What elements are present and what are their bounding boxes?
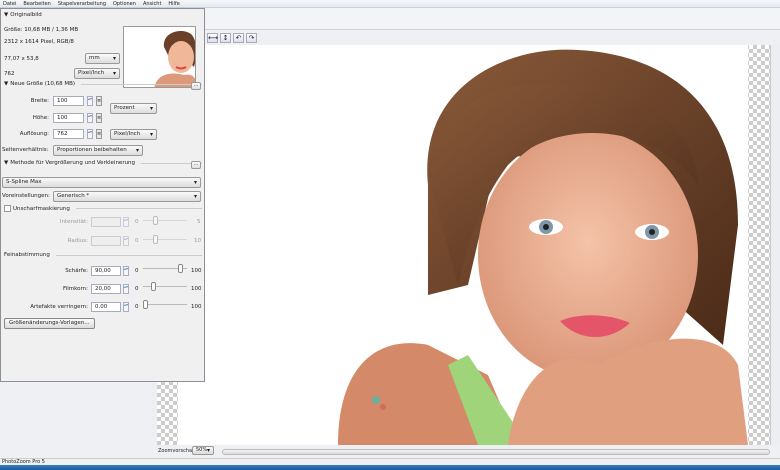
height-spinner[interactable]: ▴▾ — [87, 113, 93, 123]
sharpness-spinner[interactable]: ▴▾ — [123, 266, 129, 276]
section-fine-title: Feinabstimmung — [4, 252, 50, 258]
section-fine: Feinabstimmung — [4, 252, 202, 258]
intensity-input[interactable] — [91, 217, 121, 227]
radius-spinner[interactable]: ▴▾ — [123, 236, 129, 246]
width-spinner[interactable]: ▴▾ — [87, 96, 93, 106]
zoom-select[interactable]: 50% — [192, 446, 214, 455]
menu-bearbeiten[interactable]: Bearbeiten — [23, 1, 50, 7]
artifact-slider[interactable] — [143, 300, 187, 310]
sharpness-label: Schärfe: — [65, 268, 88, 274]
original-thumbnail — [123, 26, 196, 88]
slider-thumb[interactable] — [150, 282, 156, 291]
grain-input[interactable]: 20,00 — [91, 284, 121, 294]
artifact-spinner[interactable]: ▴▾ — [123, 302, 129, 312]
radius-slider[interactable] — [143, 235, 187, 245]
collapse-icon: ▼ — [4, 12, 9, 18]
grain-label: Filmkorn: — [62, 286, 88, 292]
section-original-title: Originalbild — [10, 12, 42, 18]
slider-thumb[interactable] — [143, 300, 148, 309]
sharpness-min: 0 — [135, 268, 139, 274]
width-label: Breite: — [30, 98, 49, 104]
res-unit-select[interactable]: Pixel/Inch — [110, 129, 157, 140]
grain-max: 100 — [191, 286, 202, 292]
height-label: Höhe: — [32, 115, 49, 121]
status-bar: PhotoZoom Pro 5 — [0, 458, 780, 465]
section-method-title: Methode für Vergrößerung und Verkleineru… — [10, 160, 136, 166]
radius-min: 0 — [135, 238, 139, 244]
original-res-unit-select[interactable]: Pixel/Inch — [74, 68, 120, 79]
section-method[interactable]: ▼ Methode für Vergrößerung und Verkleiner… — [4, 160, 202, 166]
grain-spinner[interactable]: ▴▾ — [123, 284, 129, 294]
fit-height-icon[interactable]: ↕ — [220, 33, 231, 43]
slider-thumb[interactable] — [178, 264, 184, 273]
grain-min: 0 — [135, 286, 139, 292]
preview-image — [178, 45, 748, 445]
menu-ansicht[interactable]: Ansicht — [143, 1, 161, 7]
resize-presets-button[interactable]: Größenänderungs-Vorlagen... — [4, 318, 95, 329]
intensity-slider[interactable] — [143, 216, 187, 226]
intensity-max: 5 — [197, 219, 201, 225]
taskbar — [0, 465, 780, 470]
menu-hilfe[interactable]: Hilfe — [168, 1, 179, 7]
size-unit-select[interactable]: Prozent — [110, 103, 157, 114]
menu-bar: Datei Bearbeiten Stapelverarbeitung Opti… — [0, 0, 780, 8]
intensity-spinner[interactable]: ▴▾ — [123, 217, 129, 227]
algorithm-select[interactable]: S-Spline Max — [2, 177, 201, 188]
menu-optionen[interactable]: Optionen — [113, 1, 136, 7]
artifact-min: 0 — [135, 304, 139, 310]
original-pixels: 2312 x 1614 Pixel, RGB/8 — [4, 39, 74, 45]
slider-thumb[interactable] — [152, 235, 158, 244]
radius-input[interactable] — [91, 236, 121, 246]
height-input[interactable]: 100 — [53, 113, 84, 123]
ratio-label: Seitenverhältnis: — [2, 147, 49, 153]
new-size-options-button[interactable]: ... — [191, 82, 201, 90]
section-new-size[interactable]: ▼ Neue Größe (10,68 MB) — [4, 81, 202, 87]
unsharp-row: Unscharfmaskierung — [4, 205, 202, 212]
rotate-right-icon[interactable]: ↷ — [246, 33, 257, 43]
link-icon[interactable]: ≡ — [96, 113, 102, 123]
original-size: Größe: 10,68 MB / 1,36 MB — [4, 27, 79, 33]
preset-select[interactable]: Generisch * — [53, 191, 201, 202]
artifact-label: Artefakte verringern: — [30, 304, 88, 310]
artifact-input[interactable]: 0,00 — [91, 302, 121, 312]
method-options-button[interactable]: ... — [191, 161, 201, 169]
horizontal-scrollbar[interactable] — [222, 449, 770, 455]
link-icon[interactable]: ≡ — [96, 129, 102, 139]
original-dimensions: 77,07 x 53,8 — [4, 56, 39, 62]
intensity-label: Intensität: — [59, 219, 88, 225]
unsharp-checkbox[interactable] — [4, 205, 11, 212]
collapse-icon: ▼ — [4, 81, 9, 87]
width-input[interactable]: 100 — [53, 96, 84, 106]
artifact-max: 100 — [191, 304, 202, 310]
unsharp-label: Unscharfmaskierung — [13, 205, 70, 212]
view-toolbar: ⟷ ↕ ↶ ↷ — [207, 33, 257, 43]
original-unit-select[interactable]: mm — [85, 53, 120, 64]
slider-thumb[interactable] — [152, 216, 158, 225]
menu-datei[interactable]: Datei — [3, 1, 16, 7]
settings-panel: ▼ Originalbild Größe: 10,68 MB / 1,36 MB … — [0, 8, 205, 382]
sharpness-max: 100 — [191, 268, 202, 274]
menu-stapelverarbeitung[interactable]: Stapelverarbeitung — [58, 1, 106, 7]
ratio-select[interactable]: Proportionen beibehalten — [53, 145, 143, 156]
rotate-left-icon[interactable]: ↶ — [233, 33, 244, 43]
sharpness-slider[interactable] — [143, 264, 187, 274]
resolution-spinner[interactable]: ▴▾ — [87, 129, 93, 139]
collapse-icon: ▼ — [4, 160, 9, 166]
preview-header — [205, 8, 780, 30]
radius-max: 10 — [194, 238, 201, 244]
grain-slider[interactable] — [143, 282, 187, 292]
original-resolution: 762 — [4, 71, 15, 77]
section-original[interactable]: ▼ Originalbild — [4, 12, 202, 18]
section-new-size-title: Neue Größe (10,68 MB) — [10, 81, 76, 87]
link-icon[interactable]: ≡ — [96, 96, 102, 106]
fit-width-icon[interactable]: ⟷ — [207, 33, 218, 43]
resolution-input[interactable]: 762 — [53, 129, 84, 139]
vertical-scrollbar[interactable] — [770, 45, 780, 445]
radius-label: Radius: — [67, 238, 88, 244]
resolution-label: Auflösung: — [19, 131, 49, 137]
intensity-min: 0 — [135, 219, 139, 225]
preset-label: Voreinstellungen: — [2, 193, 50, 199]
sharpness-input[interactable]: 90,00 — [91, 266, 121, 276]
zoom-label: Zoomvorschau — [158, 448, 196, 454]
